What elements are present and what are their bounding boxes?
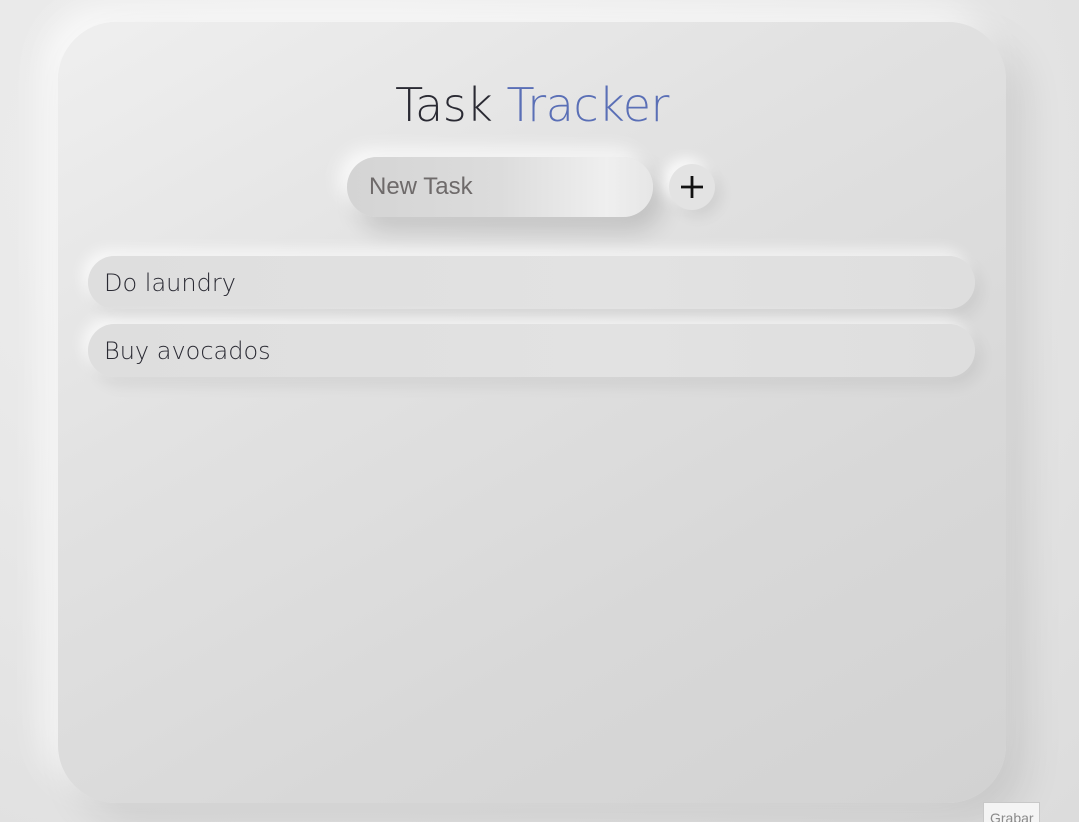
add-task-button[interactable] — [669, 164, 715, 210]
task-label: Do laundry — [104, 268, 236, 297]
title-word-tracker: Tracker — [506, 78, 669, 132]
task-item[interactable]: Do laundry — [88, 256, 975, 309]
task-item[interactable]: Buy avocados — [88, 324, 975, 377]
new-task-input[interactable] — [347, 157, 653, 217]
page-title: Task Tracker — [58, 82, 1006, 128]
plus-icon — [681, 176, 703, 198]
task-tracker-card: Task Tracker Do laundry Buy avocados — [58, 22, 1006, 803]
grabar-button[interactable]: Grabar — [983, 802, 1040, 822]
task-label: Buy avocados — [104, 336, 271, 365]
task-list: Do laundry Buy avocados — [88, 256, 975, 392]
title-word-task: Task — [395, 78, 493, 132]
new-task-row — [347, 156, 715, 218]
